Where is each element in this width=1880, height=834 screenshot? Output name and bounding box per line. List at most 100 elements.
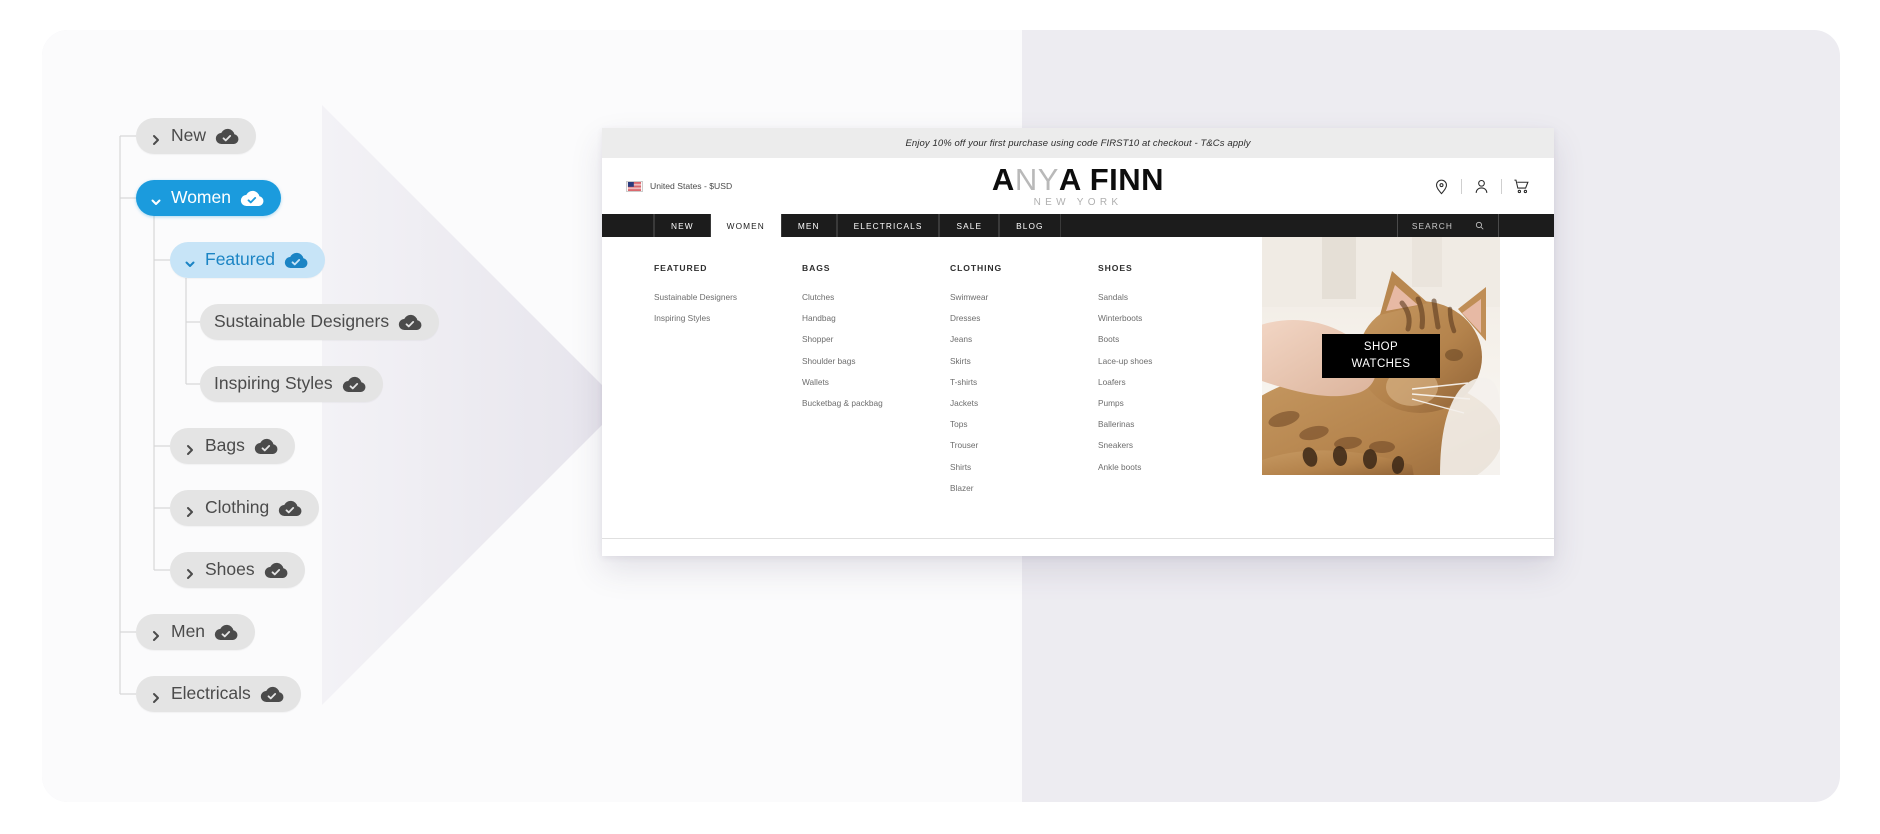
shop-watches-button[interactable]: SHOP WATCHES	[1322, 334, 1440, 378]
mega-menu-panel: FEATURED Sustainable Designers Inspiring…	[602, 237, 1554, 530]
mega-link[interactable]: Sneakers	[1098, 440, 1248, 450]
tree-node-inspiring-styles[interactable]: Inspiring Styles	[200, 366, 383, 402]
cloud-check-icon[interactable]	[342, 375, 366, 393]
icon-divider	[1461, 178, 1462, 194]
mega-link[interactable]: Shoulder bags	[802, 356, 950, 366]
cloud-check-icon[interactable]	[278, 499, 302, 517]
mega-link[interactable]: Handbag	[802, 313, 950, 323]
tree-node-label: Featured	[205, 249, 276, 270]
mega-link[interactable]: Trouser	[950, 440, 1098, 450]
mega-link[interactable]: Winterboots	[1098, 313, 1248, 323]
mega-link[interactable]: Swimwear	[950, 292, 1098, 302]
mega-link[interactable]: Jeans	[950, 334, 1098, 344]
mega-column-featured: FEATURED Sustainable Designers Inspiring…	[654, 263, 802, 530]
promo-text: Enjoy 10% off your first purchase using …	[905, 137, 1251, 149]
mega-link[interactable]: Shirts	[950, 462, 1098, 472]
mega-link[interactable]: Skirts	[950, 356, 1098, 366]
nav-spacer-right	[1498, 214, 1554, 237]
tree-node-bags[interactable]: Bags	[170, 428, 295, 464]
category-tree: New Women Featured Sustainable Designers…	[90, 100, 510, 720]
mega-link[interactable]: Tops	[950, 419, 1098, 429]
mega-link[interactable]: Clutches	[802, 292, 950, 302]
mega-link[interactable]: Sustainable Designers	[654, 292, 802, 302]
mega-link[interactable]: Wallets	[802, 377, 950, 387]
mega-link[interactable]: Loafers	[1098, 377, 1248, 387]
chevron-right-icon[interactable]	[184, 440, 196, 455]
site-logo[interactable]: ANYA FINN NEW YORK	[992, 164, 1164, 208]
tree-node-label: Men	[171, 621, 206, 642]
chevron-right-icon[interactable]	[184, 502, 196, 517]
tree-node-label: Sustainable Designers	[214, 311, 390, 332]
tree-node-featured[interactable]: Featured	[170, 242, 326, 278]
mega-column-heading: BAGS	[802, 263, 831, 273]
nav-item-sale[interactable]: SALE	[939, 214, 1000, 237]
mega-link[interactable]: Shopper	[802, 334, 950, 344]
mega-link[interactable]: Lace-up shoes	[1098, 356, 1248, 366]
tree-node-shoes[interactable]: Shoes	[170, 552, 305, 588]
nav-item-women[interactable]: WOMEN	[710, 214, 781, 237]
logo-wordmark: ANYA FINN	[992, 164, 1164, 195]
nav-item-blog[interactable]: BLOG	[999, 214, 1061, 237]
search-placeholder: SEARCH	[1411, 220, 1453, 231]
promo-image-tile[interactable]: SHOP WATCHES	[1262, 237, 1500, 475]
tree-node-label: Women	[171, 187, 231, 208]
nav-item-electricals[interactable]: ELECTRICALS	[836, 214, 940, 237]
mega-column-bags: BAGS Clutches Handbag Shopper Shoulder b…	[802, 263, 950, 530]
location-pin-icon[interactable]	[1433, 178, 1450, 195]
mega-column-heading: SHOES	[1098, 263, 1133, 273]
mega-link[interactable]: Sandals	[1098, 292, 1248, 302]
site-header: United States - $USD ANYA FINN NEW YORK	[602, 158, 1554, 214]
tree-node-clothing[interactable]: Clothing	[170, 490, 320, 526]
nav-item-new[interactable]: NEW	[654, 214, 711, 237]
chevron-right-icon[interactable]	[150, 130, 162, 145]
mega-link[interactable]: Boots	[1098, 334, 1248, 344]
user-account-icon[interactable]	[1473, 178, 1490, 195]
chevron-right-icon[interactable]	[150, 688, 162, 703]
tree-node-new[interactable]: New	[136, 118, 257, 154]
cloud-check-icon[interactable]	[240, 189, 264, 207]
cloud-check-icon[interactable]	[215, 127, 239, 145]
cloud-check-icon[interactable]	[254, 437, 278, 455]
tree-node-electricals[interactable]: Electricals	[136, 676, 301, 712]
tree-node-label: Bags	[205, 435, 245, 456]
chevron-right-icon[interactable]	[150, 626, 162, 641]
tree-node-label: Inspiring Styles	[214, 373, 333, 394]
logo-subtitle: NEW YORK	[1033, 197, 1123, 208]
cloud-check-icon[interactable]	[260, 685, 284, 703]
tree-node-women[interactable]: Women	[136, 180, 281, 216]
nav-item-men[interactable]: MEN	[780, 214, 837, 237]
chevron-down-icon[interactable]	[150, 192, 162, 205]
shopping-cart-icon[interactable]	[1513, 178, 1530, 195]
mega-link[interactable]: Inspiring Styles	[654, 313, 802, 323]
tree-node-label: Shoes	[205, 559, 255, 580]
mega-column-clothing: CLOTHING Swimwear Dresses Jeans Skirts T…	[950, 263, 1098, 530]
tree-node-men[interactable]: Men	[136, 614, 256, 650]
main-navigation: NEW WOMEN MEN ELECTRICALS SALE BLOG SEAR…	[602, 214, 1554, 237]
mega-link[interactable]: Pumps	[1098, 398, 1248, 408]
mega-link[interactable]: Ballerinas	[1098, 419, 1248, 429]
mega-column-shoes: SHOES Sandals Winterboots Boots Lace-up …	[1098, 263, 1248, 530]
mega-link[interactable]: Dresses	[950, 313, 1098, 323]
cloud-check-icon[interactable]	[284, 251, 308, 269]
mega-link[interactable]: Ankle boots	[1098, 462, 1248, 472]
mega-column-heading: CLOTHING	[950, 263, 1003, 273]
chevron-down-icon[interactable]	[184, 254, 196, 267]
website-preview-card: Enjoy 10% off your first purchase using …	[602, 128, 1554, 556]
cloud-check-icon[interactable]	[264, 561, 288, 579]
tree-node-sustainable-designers[interactable]: Sustainable Designers	[200, 304, 440, 340]
chevron-right-icon[interactable]	[184, 564, 196, 579]
mega-link[interactable]: Jackets	[950, 398, 1098, 408]
locale-label: United States - $USD	[650, 181, 733, 191]
locale-selector[interactable]: United States - $USD	[626, 180, 733, 192]
mega-column-heading: FEATURED	[654, 263, 708, 273]
tree-node-label: Electricals	[171, 683, 251, 704]
nav-search-box[interactable]: SEARCH	[1396, 214, 1498, 237]
mega-link[interactable]: Blazer	[950, 483, 1098, 493]
stage-panel: New Women Featured Sustainable Designers…	[42, 30, 1840, 802]
header-icon-group	[1433, 178, 1530, 195]
search-icon[interactable]	[1475, 221, 1484, 230]
cloud-check-icon[interactable]	[214, 623, 238, 641]
cloud-check-icon[interactable]	[398, 313, 422, 331]
mega-link[interactable]: Bucketbag & packbag	[802, 398, 950, 408]
mega-link[interactable]: T-shirts	[950, 377, 1098, 387]
